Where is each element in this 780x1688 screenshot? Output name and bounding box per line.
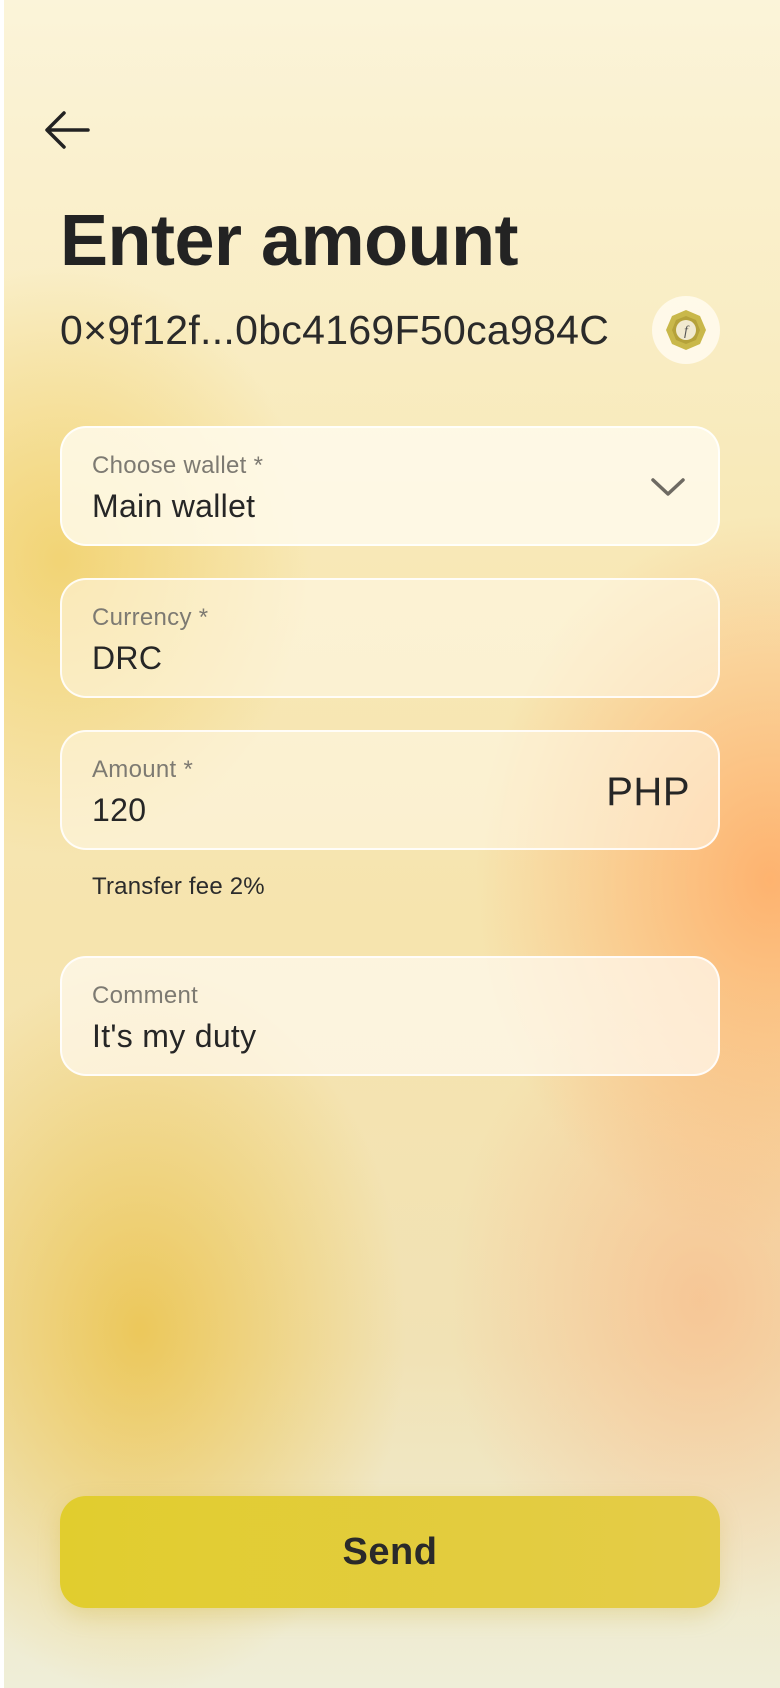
recipient-address: 0×9f12f...0bc4169F50ca984C	[60, 307, 610, 353]
coin-icon: f	[666, 310, 706, 350]
currency-unit: PHP	[606, 770, 690, 814]
comment-label: Comment	[92, 982, 199, 1009]
wallet-label: Choose wallet *	[92, 452, 264, 479]
currency-label: Currency *	[92, 604, 209, 631]
comment-field[interactable]: Comment It's my duty	[60, 956, 720, 1076]
chevron-down-icon	[651, 478, 685, 496]
currency-value: DRC	[92, 640, 163, 676]
transfer-fee-note: Transfer fee 2%	[92, 873, 265, 900]
coin-button[interactable]: f	[652, 296, 720, 364]
back-button[interactable]	[44, 106, 96, 154]
wallet-select[interactable]: Choose wallet * Main wallet	[60, 426, 720, 546]
page-title: Enter amount	[60, 201, 519, 281]
wallet-value: Main wallet	[92, 488, 256, 524]
amount-value: 120	[92, 792, 147, 828]
amount-field[interactable]: Amount * 120 PHP	[60, 730, 720, 850]
comment-value: It's my duty	[92, 1018, 257, 1054]
send-button[interactable]: Send	[60, 1496, 720, 1608]
left-edge-strip	[0, 0, 4, 1688]
amount-label: Amount *	[92, 756, 194, 783]
arrow-left-icon	[45, 111, 90, 149]
currency-field[interactable]: Currency * DRC	[60, 578, 720, 698]
